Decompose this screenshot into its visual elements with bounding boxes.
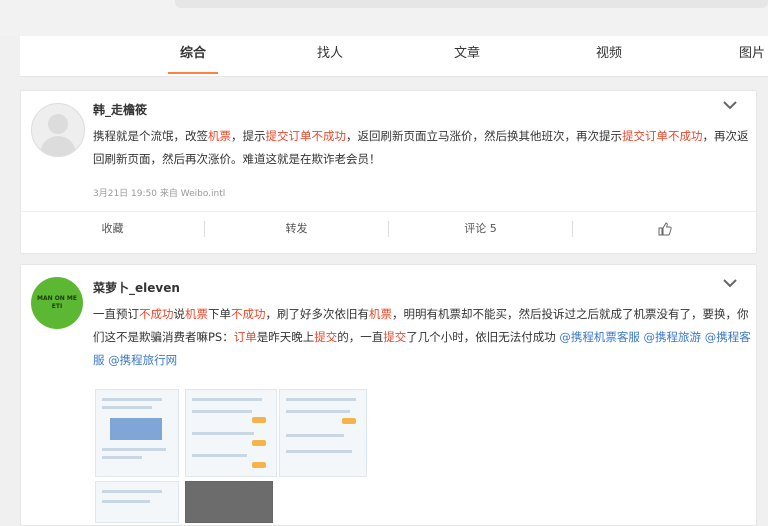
post-text-segment: ，刷了好多次依旧有 xyxy=(265,307,370,321)
chevron-down-icon[interactable] xyxy=(722,277,738,289)
tab-label: 综合 xyxy=(179,46,206,61)
tab-comprehensive[interactable]: 综合 xyxy=(168,36,218,76)
action-label: 收藏 xyxy=(101,222,124,235)
tab-active-indicator xyxy=(168,72,218,74)
post-image-thumbnail[interactable] xyxy=(185,481,273,523)
post-text-segment: 的，一直 xyxy=(337,330,384,344)
post-text-segment: ，提示 xyxy=(231,129,266,143)
search-tabs: 综合 找人 文章 视频 图片 xyxy=(20,36,768,77)
chevron-down-icon[interactable] xyxy=(722,99,738,111)
post-text: 一直预订不成功说机票下单不成功，刷了好多次依旧有机票，明明有机票却不能买，然后投… xyxy=(93,303,753,372)
post-actions: 收藏 转发 评论 5 xyxy=(21,211,756,245)
post-image-thumbnail[interactable] xyxy=(95,389,179,477)
tab-people[interactable]: 找人 xyxy=(310,36,350,76)
keyword-highlight: 机票 xyxy=(185,307,208,321)
tab-articles[interactable]: 文章 xyxy=(447,36,487,76)
keyword-highlight: 机票 xyxy=(369,307,392,321)
keyword-highlight: 提交订单不成功 xyxy=(265,129,347,143)
avatar[interactable]: MAN ON ME ETI xyxy=(31,277,83,329)
keyword-highlight: 订单 xyxy=(233,330,257,344)
mention-link[interactable]: @携程机票客服 xyxy=(559,330,640,344)
tab-video[interactable]: 视频 xyxy=(589,36,629,76)
keyword-highlight: 不成功 xyxy=(231,307,266,321)
post-username[interactable]: 菜萝卜_eleven xyxy=(93,279,180,296)
action-label: 转发 xyxy=(285,222,308,235)
thumbs-up-icon xyxy=(658,222,672,236)
action-label: 评论 5 xyxy=(464,222,497,235)
post-image-thumbnail[interactable] xyxy=(279,389,367,477)
repost-button[interactable]: 转发 xyxy=(205,212,388,245)
post-card: 韩_走檐筱 携程就是个流氓，改签机票，提示提交订单不成功，返回刷新页面立马涨价，… xyxy=(20,90,757,254)
post-text-segment: 是昨天晚上 xyxy=(256,330,315,344)
avatar-text: MAN ON ME ETI xyxy=(36,295,77,310)
post-image-thumbnail[interactable] xyxy=(95,481,179,523)
keyword-highlight: 提交 xyxy=(383,330,407,344)
tab-label: 文章 xyxy=(453,46,480,61)
like-button[interactable] xyxy=(573,212,756,245)
avatar-placeholder-head xyxy=(48,114,68,134)
post-image-thumbnail[interactable] xyxy=(185,389,277,477)
post-text-segment: 下单 xyxy=(208,307,231,321)
top-strip xyxy=(175,0,768,8)
keyword-highlight: 机票 xyxy=(208,129,231,143)
post-meta[interactable]: 3月21日 19:50 来自 Weibo.intl xyxy=(93,186,225,199)
top-bar xyxy=(0,0,768,36)
post-text-segment: 一直预订 xyxy=(93,307,139,321)
mention-link[interactable]: @携程旅行网 xyxy=(108,353,177,367)
mention-link[interactable]: @携程旅游 xyxy=(644,330,702,344)
post-text: 携程就是个流氓，改签机票，提示提交订单不成功，返回刷新页面立马涨价，然后换其他班… xyxy=(93,125,753,171)
tab-label: 找人 xyxy=(316,46,343,61)
tab-label: 图片 xyxy=(738,46,765,61)
comment-button[interactable]: 评论 5 xyxy=(389,212,572,245)
tab-images[interactable]: 图片 xyxy=(732,36,768,76)
keyword-highlight: 不成功 xyxy=(139,307,174,321)
avatar[interactable] xyxy=(31,103,85,157)
tab-label: 视频 xyxy=(595,46,622,61)
keyword-highlight: 提交订单不成功 xyxy=(622,129,703,143)
post-card: MAN ON ME ETI 菜萝卜_eleven 一直预订不成功说机票下单不成功… xyxy=(20,264,757,526)
post-text-segment: ，返回刷新页面立马涨价，然后换其他班次，再次提示 xyxy=(346,129,622,143)
post-text-segment: 说 xyxy=(173,307,186,321)
post-text-segment: 携程就是个流氓，改签 xyxy=(93,129,208,143)
avatar-placeholder-body xyxy=(40,136,76,156)
keyword-highlight: 提交 xyxy=(314,330,338,344)
post-text-segment: 了几个小时，依旧无法付成功 xyxy=(406,330,560,344)
favorite-button[interactable]: 收藏 xyxy=(21,212,204,245)
post-username[interactable]: 韩_走檐筱 xyxy=(93,101,147,118)
